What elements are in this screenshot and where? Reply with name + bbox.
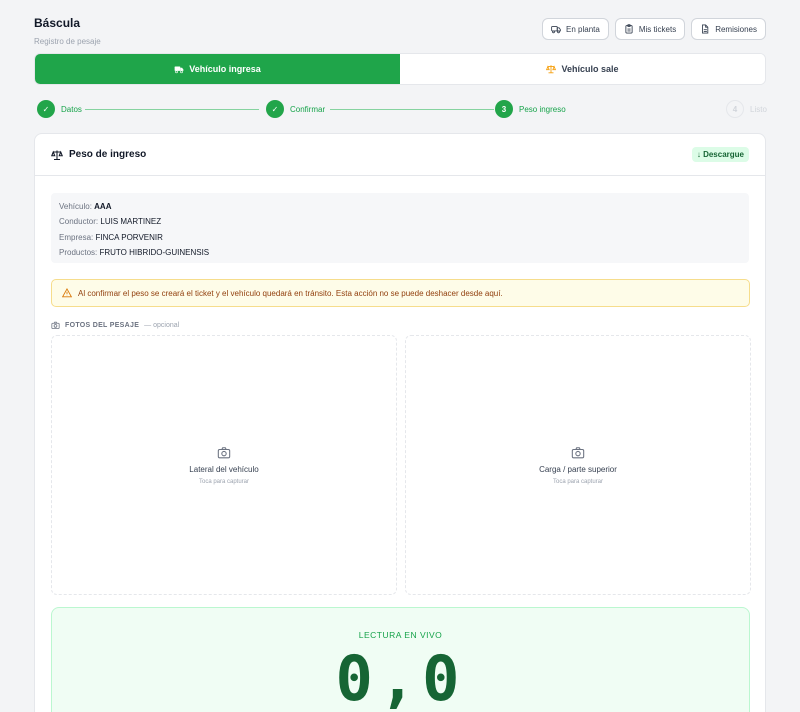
en-planta-label: En planta <box>566 24 600 34</box>
step-label: Confirmar <box>290 104 326 114</box>
vehicle-info: Vehículo: AAA Conductor: LUIS MARTINEZ E… <box>51 193 749 263</box>
photo-slot-carga[interactable]: Carga / parte superior Toca para captura… <box>405 335 751 595</box>
stepper: ✓ Datos ✓ Confirmar 3 Peso ingreso 4 Lis… <box>37 100 772 118</box>
photo-slot-hint: Toca para capturar <box>552 478 604 485</box>
card-title-text: Peso de ingreso <box>69 149 147 160</box>
card-title: Peso de ingreso <box>51 149 146 161</box>
live-reading-value: 0,0 <box>335 642 466 712</box>
photo-slot-label: Lateral del vehículo <box>189 464 259 474</box>
info-value: FINCA PORVENIR <box>95 232 163 242</box>
step-datos[interactable]: ✓ Datos <box>37 100 82 118</box>
info-label: Vehículo: <box>59 202 92 211</box>
info-value: FRUTO HIBRIDO-GUINENSIS <box>99 248 210 258</box>
photo-slot-label: Carga / parte superior <box>539 464 617 474</box>
top-nav: En planta Mis tickets Remisiones <box>542 18 766 40</box>
page-subtitle: Registro de pesaje <box>34 37 101 46</box>
en-planta-button[interactable]: En planta <box>542 18 609 40</box>
camera-icon <box>51 321 60 329</box>
step-label: Peso ingreso <box>519 104 566 114</box>
step-label: Datos <box>61 104 82 114</box>
info-vehicle: Vehículo: AAA <box>59 199 741 214</box>
check-icon: ✓ <box>37 100 55 118</box>
step-peso-ingreso[interactable]: 3 Peso ingreso <box>495 100 566 118</box>
photo-slot-lateral[interactable]: Lateral del vehículo Toca para capturar <box>51 335 397 595</box>
step-number: 4 <box>726 100 744 118</box>
remisiones-label: Remisiones <box>715 24 757 34</box>
mis-tickets-label: Mis tickets <box>638 24 677 34</box>
photos-label-text: FOTOS DEL PESAJE <box>65 322 140 329</box>
photos-optional: — opcional <box>144 322 180 329</box>
photos-section-label: FOTOS DEL PESAJE — opcional <box>51 321 179 330</box>
vehiculo-sale-tab[interactable]: Vehículo sale <box>400 54 765 84</box>
card-header: Peso de ingreso ↓ Descargue <box>35 134 765 176</box>
descargue-badge: ↓ Descargue <box>691 147 749 162</box>
info-label: Productos: <box>59 248 98 258</box>
step-confirmar[interactable]: ✓ Confirmar <box>266 100 325 118</box>
info-value: LUIS MARTINEZ <box>100 217 162 227</box>
check-icon: ✓ <box>266 100 284 118</box>
mis-tickets-button[interactable]: Mis tickets <box>614 18 686 40</box>
remisiones-button[interactable]: Remisiones <box>691 18 766 40</box>
mode-toggle: Vehículo ingresa Vehículo sale <box>34 53 766 85</box>
truck-icon <box>174 66 184 74</box>
warning-icon <box>62 288 72 298</box>
weigh-card: Peso de ingreso ↓ Descargue Vehículo: AA… <box>34 133 766 712</box>
warning-text: Al confirmar el peso se creará el ticket… <box>78 288 503 298</box>
page-header: Báscula Registro de pesaje <box>34 16 101 46</box>
vehiculo-sale-label: Vehículo sale <box>561 64 619 74</box>
info-label: Empresa: <box>59 232 94 242</box>
step-number: 3 <box>495 100 513 118</box>
page-title: Báscula <box>34 16 81 30</box>
document-icon <box>702 24 709 34</box>
clipboard-icon <box>625 24 633 34</box>
info-value: AAA <box>94 202 112 211</box>
scale-icon <box>51 150 63 160</box>
info-label: Conductor: <box>59 217 99 227</box>
step-connector <box>85 108 259 110</box>
camera-icon <box>217 446 231 458</box>
step-label: Listo <box>750 104 767 114</box>
scale-icon <box>546 65 557 74</box>
vehiculo-ingresa-label: Vehículo ingresa <box>189 64 261 74</box>
truck-icon <box>551 26 561 34</box>
live-reading-label: LECTURA EN VIVO <box>358 630 443 640</box>
info-company: Empresa: FINCA PORVENIR <box>59 230 741 245</box>
info-products: Productos: FRUTO HIBRIDO-GUINENSIS <box>59 245 741 260</box>
live-reading-panel: LECTURA EN VIVO 0,0 <box>51 607 750 712</box>
photo-slot-hint: Toca para capturar <box>198 478 250 485</box>
camera-icon <box>571 446 585 458</box>
step-listo[interactable]: 4 Listo <box>726 100 767 118</box>
step-connector <box>330 108 494 110</box>
warning-banner: Al confirmar el peso se creará el ticket… <box>51 279 750 307</box>
vehiculo-ingresa-tab[interactable]: Vehículo ingresa <box>35 54 400 84</box>
info-driver: Conductor: LUIS MARTINEZ <box>59 214 741 229</box>
